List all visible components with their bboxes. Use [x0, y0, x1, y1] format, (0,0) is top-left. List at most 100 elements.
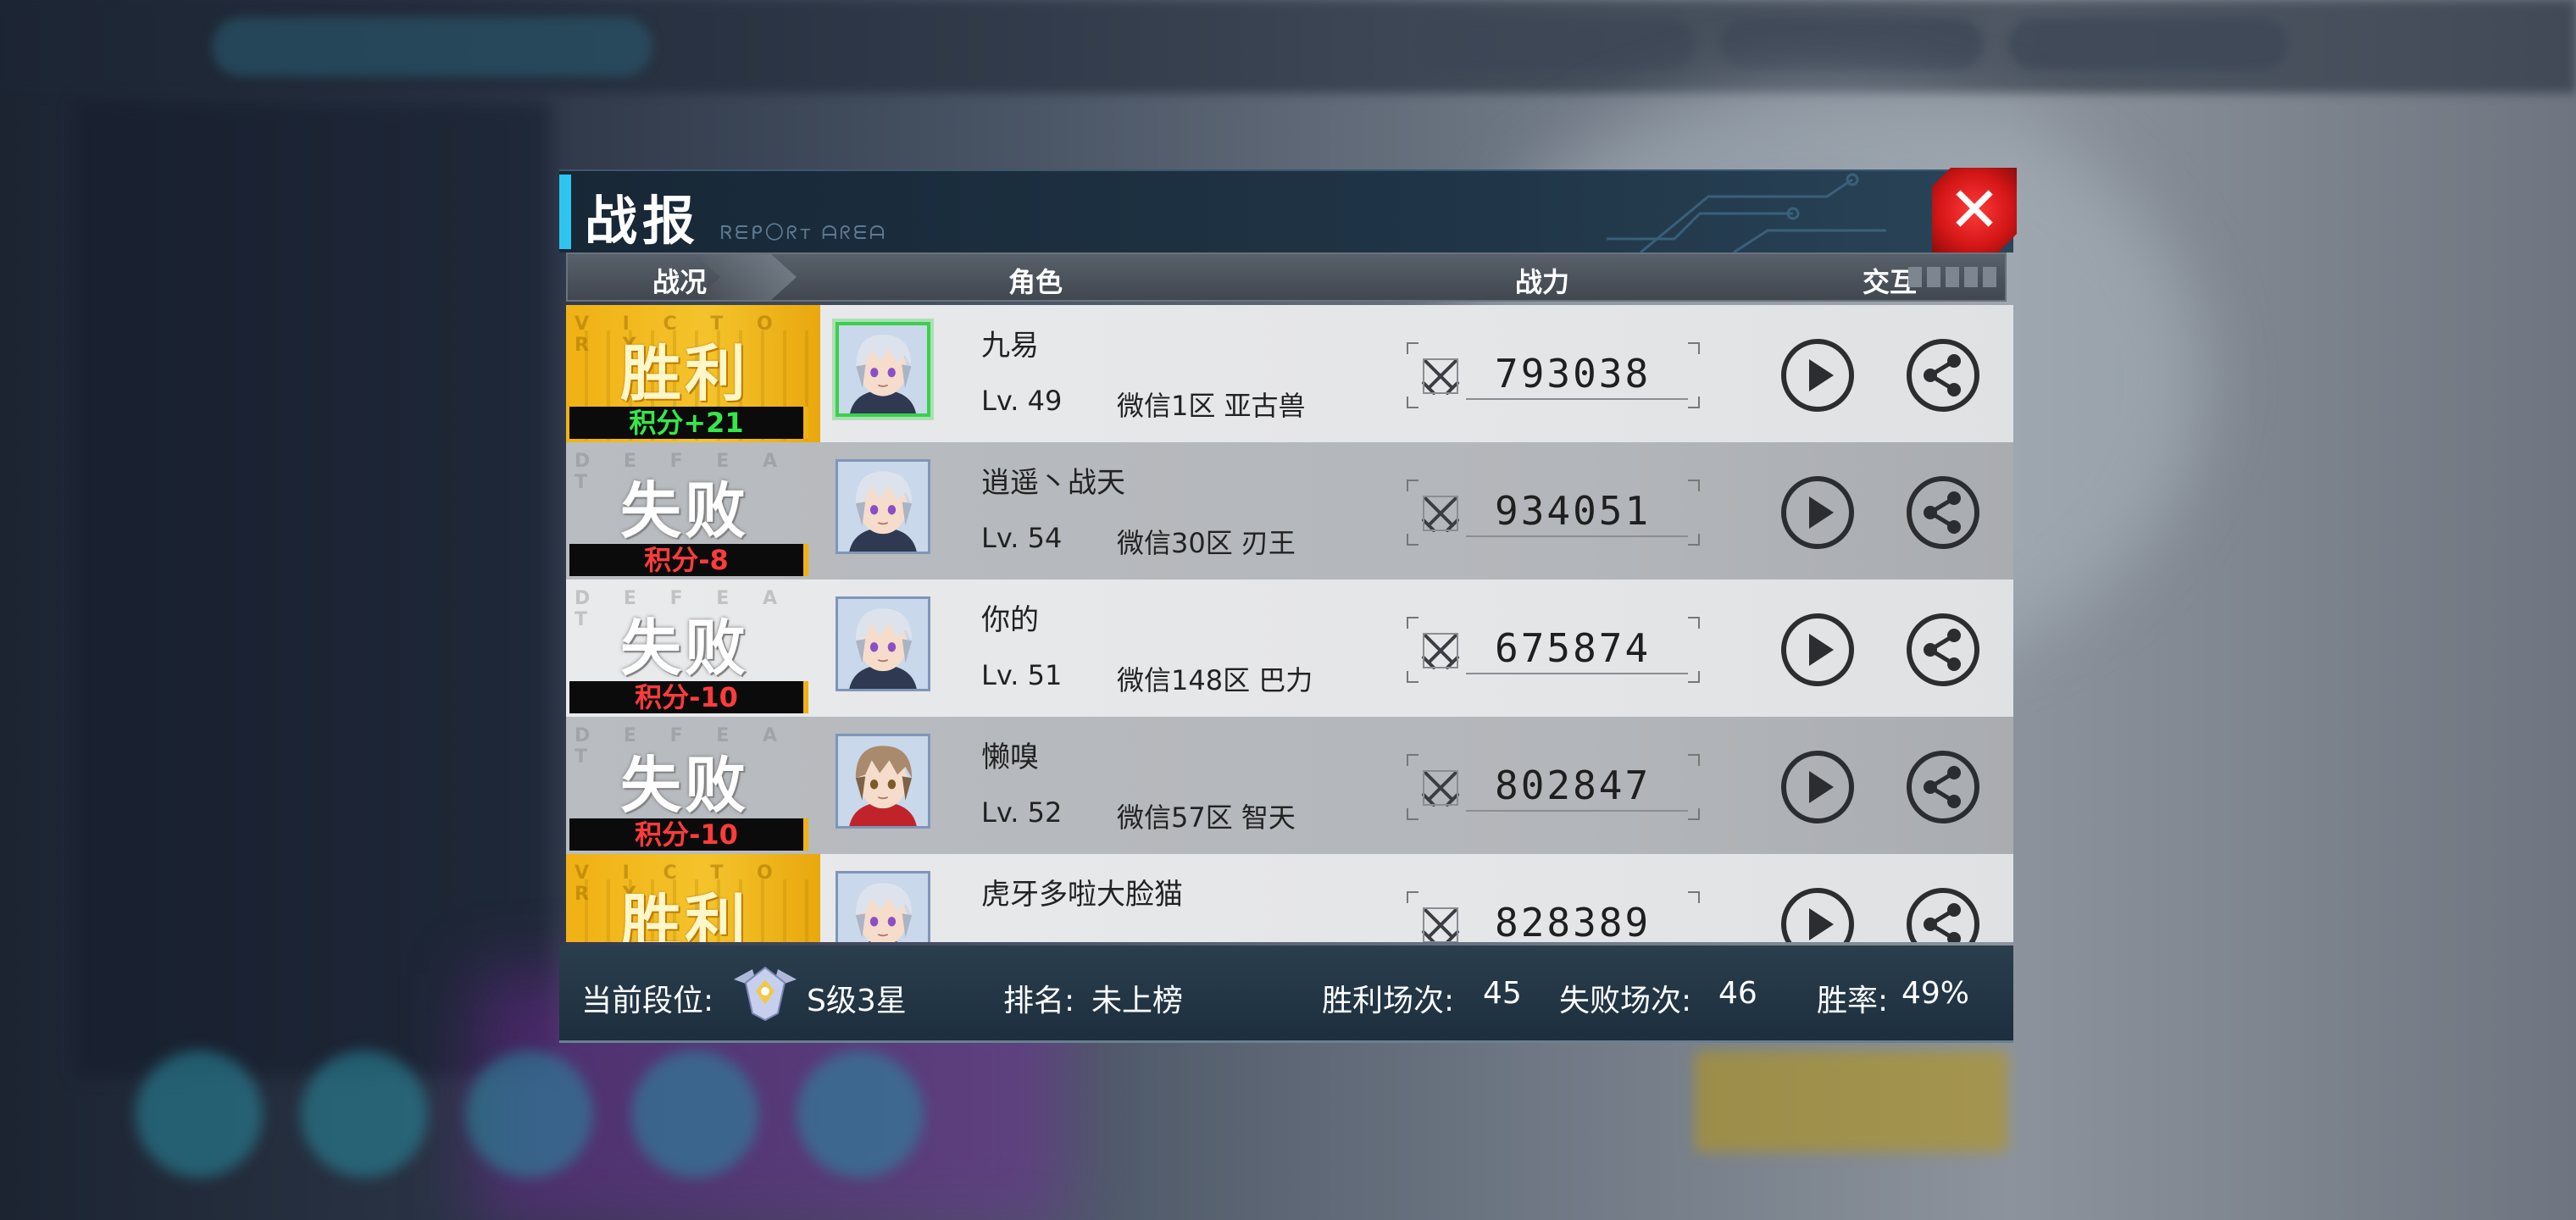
power-value: 793038: [1495, 351, 1652, 396]
result-label: 失败: [619, 475, 749, 546]
share-icon: [1907, 613, 1979, 686]
player-name: 逍遥丶战天: [981, 466, 1125, 500]
player-level: Lv. 52: [981, 796, 1063, 829]
player-name: 九易: [981, 329, 1039, 363]
blurred-currency-pill: [1720, 19, 1983, 69]
player-level: Lv. 49: [981, 385, 1063, 417]
score-change: 积分+21: [569, 407, 808, 439]
header-role: 角色: [1008, 266, 1063, 298]
player-server: 微信30区 刃王: [1117, 527, 1296, 559]
score-change: 积分-10: [569, 681, 808, 713]
power-value: 802847: [1495, 762, 1652, 808]
silver-hair-avatar[interactable]: [836, 322, 930, 417]
crossed-swords-icon: [1422, 358, 1459, 395]
player-level: Lv. 51: [981, 659, 1063, 691]
blurred-back-chip: [212, 17, 652, 76]
replay-button[interactable]: [1779, 749, 1856, 825]
result-cell: V I C T O R Y 胜利: [566, 854, 820, 942]
power-display: 934051: [1407, 480, 1700, 546]
crossed-swords-icon: [1422, 633, 1459, 669]
blurred-currency-pill: [1424, 19, 1695, 69]
result-label: 胜利: [619, 887, 749, 942]
player-name: 虎牙多啦大脸猫: [981, 878, 1183, 912]
match-row[interactable]: D E F E A T 失败 积分-10 你的 Lv. 51 微信148区 巴力…: [566, 580, 2013, 717]
silver-hair-avatar[interactable]: [836, 871, 930, 942]
power-display: 675874: [1407, 617, 1700, 683]
match-list[interactable]: V I C T O R Y 胜利 积分+21 九易 Lv. 49 微信1区 亚古…: [566, 305, 2013, 942]
share-icon: [1907, 339, 1979, 412]
blurred-left-panel: [76, 102, 551, 1076]
crossed-swords-icon: [1422, 907, 1459, 942]
header-power: 战力: [1515, 266, 1570, 298]
blurred-round-button: [136, 1051, 263, 1178]
silver-hair-avatar[interactable]: [836, 596, 930, 691]
blurred-yellow-button: [1695, 1051, 2008, 1152]
share-icon: [1907, 476, 1979, 549]
result-label: 失败: [619, 613, 749, 684]
share-button[interactable]: [1905, 886, 1981, 942]
result-cell: D E F E A T 失败 积分-10: [566, 580, 820, 717]
header-status: 战况: [652, 266, 708, 298]
replay-button[interactable]: [1779, 886, 1856, 942]
winrate-value: 49%: [1901, 976, 1970, 1011]
play-icon: [1781, 339, 1854, 412]
match-row[interactable]: D E F E A T 失败 积分-10 懒嗅 Lv. 52 微信57区 智天 …: [566, 717, 2013, 854]
close-icon: ✕: [1947, 174, 2001, 247]
match-row[interactable]: D E F E A T 失败 积分-8 逍遥丶战天 Lv. 54 微信30区 刃…: [566, 442, 2013, 580]
losses-label: 失败场次:: [1559, 984, 1692, 1018]
result-label: 失败: [619, 750, 749, 821]
rank-label: 当前段位:: [581, 984, 714, 1018]
power-value: 934051: [1495, 488, 1652, 534]
close-button[interactable]: ✕: [1932, 168, 2017, 252]
dialog-title-bar: 战报 Ꮢᗴᑭ〇ᖇᴛ ᗩᖇᗴᗩ: [559, 169, 2013, 252]
player-server: 微信1区 亚古兽: [1117, 390, 1306, 422]
result-label: 胜利: [619, 338, 749, 409]
title-accent-bar: [559, 175, 571, 249]
blurred-round-button: [631, 1051, 758, 1178]
replay-button[interactable]: [1779, 337, 1856, 413]
share-button[interactable]: [1905, 749, 1981, 825]
share-button[interactable]: [1905, 337, 1981, 413]
play-icon: [1781, 476, 1854, 549]
crossed-swords-icon: [1422, 770, 1459, 807]
dialog-subtitle-glyphs: Ꮢᗴᑭ〇ᖇᴛ ᗩᖇᗴᗩ: [720, 223, 888, 244]
match-row[interactable]: V I C T O R Y 胜利 积分+21 九易 Lv. 49 微信1区 亚古…: [566, 305, 2013, 442]
result-cell: V I C T O R Y 胜利 积分+21: [566, 305, 820, 442]
player-server: 微信148区 巴力: [1117, 664, 1313, 696]
match-row[interactable]: V I C T O R Y 胜利 虎牙多啦大脸猫 828389: [566, 854, 2013, 942]
player-level: Lv. 54: [981, 522, 1063, 554]
player-name: 你的: [981, 603, 1039, 637]
power-value: 828389: [1495, 900, 1652, 942]
share-icon: [1907, 751, 1979, 824]
brown-hair-avatar[interactable]: [836, 734, 930, 829]
ranking-label: 排名:: [1003, 984, 1075, 1018]
player-name: 懒嗅: [981, 740, 1039, 774]
play-icon: [1781, 888, 1854, 942]
silver-hair-avatar[interactable]: [836, 459, 930, 554]
header-arrow-decoration: [695, 254, 797, 300]
share-icon: [1907, 888, 1979, 942]
replay-button[interactable]: [1779, 612, 1856, 688]
blurred-currency-pill: [2008, 19, 2288, 69]
blurred-round-button: [466, 1051, 593, 1178]
score-change: 积分-8: [569, 544, 808, 576]
blurred-round-button: [797, 1051, 924, 1178]
share-button[interactable]: [1905, 474, 1981, 551]
rank-badge-icon: [734, 966, 797, 1022]
play-icon: [1781, 751, 1854, 824]
header-bars-decoration: [1908, 267, 1996, 287]
play-icon: [1781, 613, 1854, 686]
wins-value: 45: [1483, 976, 1522, 1011]
blurred-round-button: [301, 1051, 428, 1178]
replay-button[interactable]: [1779, 474, 1856, 551]
result-cell: D E F E A T 失败 积分-8: [566, 442, 820, 580]
power-value: 675874: [1495, 625, 1652, 671]
circuit-decoration: [1607, 173, 1886, 252]
battle-report-dialog: 战报 Ꮢᗴᑭ〇ᖇᴛ ᗩᖇᗴᗩ ✕ 战况 角色 战力 交互 V I C T O R…: [559, 168, 2017, 1044]
dialog-title: 战报: [585, 190, 701, 252]
share-button[interactable]: [1905, 612, 1981, 688]
losses-value: 46: [1718, 976, 1757, 1011]
wins-label: 胜利场次:: [1322, 984, 1455, 1018]
winrate-label: 胜率:: [1817, 984, 1889, 1018]
ranking-value: 未上榜: [1091, 984, 1184, 1018]
